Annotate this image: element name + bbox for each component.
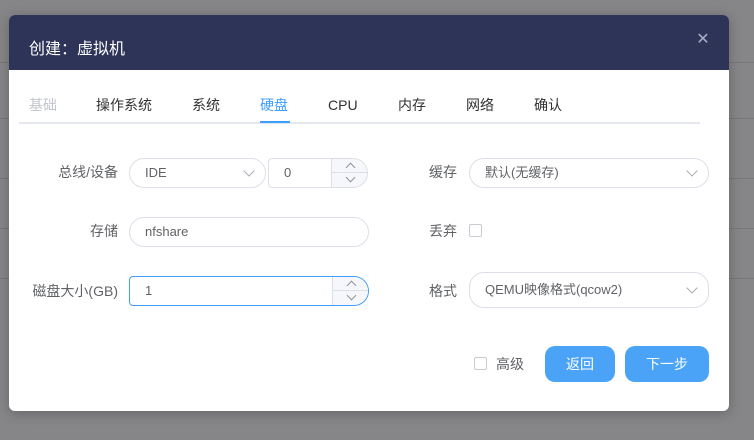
tab-memory[interactable]: 内存 (398, 96, 426, 114)
device-number-input[interactable]: 0 (268, 158, 368, 188)
disk-size-input[interactable]: 1 (129, 276, 369, 306)
advanced-label[interactable]: 高级 (496, 354, 524, 374)
tab-system[interactable]: 系统 (192, 96, 220, 114)
disk-size-label: 磁盘大小(GB) (32, 283, 118, 299)
tab-os[interactable]: 操作系统 (96, 96, 152, 114)
tab-basic[interactable]: 基础 (29, 96, 57, 114)
increment-icon[interactable] (333, 277, 368, 291)
chevron-down-icon (243, 165, 255, 177)
chevron-down-icon (686, 165, 698, 177)
disk-size-stepper (332, 277, 368, 305)
discard-label: 丢弃 (429, 223, 457, 239)
storage-input[interactable]: nfshare (129, 217, 369, 247)
device-stepper (331, 159, 367, 187)
device-number-value: 0 (284, 165, 292, 180)
storage-value: nfshare (145, 224, 189, 239)
tab-cpu[interactable]: CPU (328, 96, 358, 114)
close-icon[interactable]: ✕ (695, 32, 711, 48)
cache-select[interactable]: 默认(无缓存) (469, 158, 709, 188)
decrement-icon[interactable] (332, 173, 367, 187)
create-vm-dialog: 创建：虚拟机 ✕ (9, 15, 729, 411)
discard-checkbox[interactable] (469, 224, 482, 237)
storage-label: 存储 (90, 223, 118, 239)
dialog-title: 创建：虚拟机 (29, 41, 126, 58)
format-select[interactable]: QEMU映像格式(qcow2) (469, 272, 709, 308)
tab-network[interactable]: 网络 (466, 96, 494, 114)
bus-select-value: IDE (145, 165, 167, 180)
next-button[interactable]: 下一步 (625, 346, 709, 382)
increment-icon[interactable] (332, 159, 367, 173)
decrement-icon[interactable] (333, 291, 368, 305)
cache-select-value: 默认(无缓存) (485, 165, 559, 180)
advanced-checkbox[interactable] (474, 357, 487, 370)
cache-label: 缓存 (429, 164, 457, 180)
back-button[interactable]: 返回 (545, 346, 615, 382)
tab-confirm[interactable]: 确认 (534, 96, 562, 114)
chevron-down-icon (686, 282, 698, 294)
wizard-tabs: 基础 操作系统 系统 硬盘 CPU 内存 网络 确认 (19, 96, 700, 124)
bus-device-label: 总线/设备 (58, 164, 118, 180)
dialog-header: 创建：虚拟机 ✕ (9, 15, 729, 70)
bus-select[interactable]: IDE (129, 158, 266, 188)
format-select-value: QEMU映像格式(qcow2) (485, 282, 623, 297)
disk-size-value: 1 (145, 283, 153, 298)
tab-disk[interactable]: 硬盘 (260, 96, 288, 114)
format-label: 格式 (429, 283, 457, 299)
active-tab-indicator (260, 121, 290, 123)
